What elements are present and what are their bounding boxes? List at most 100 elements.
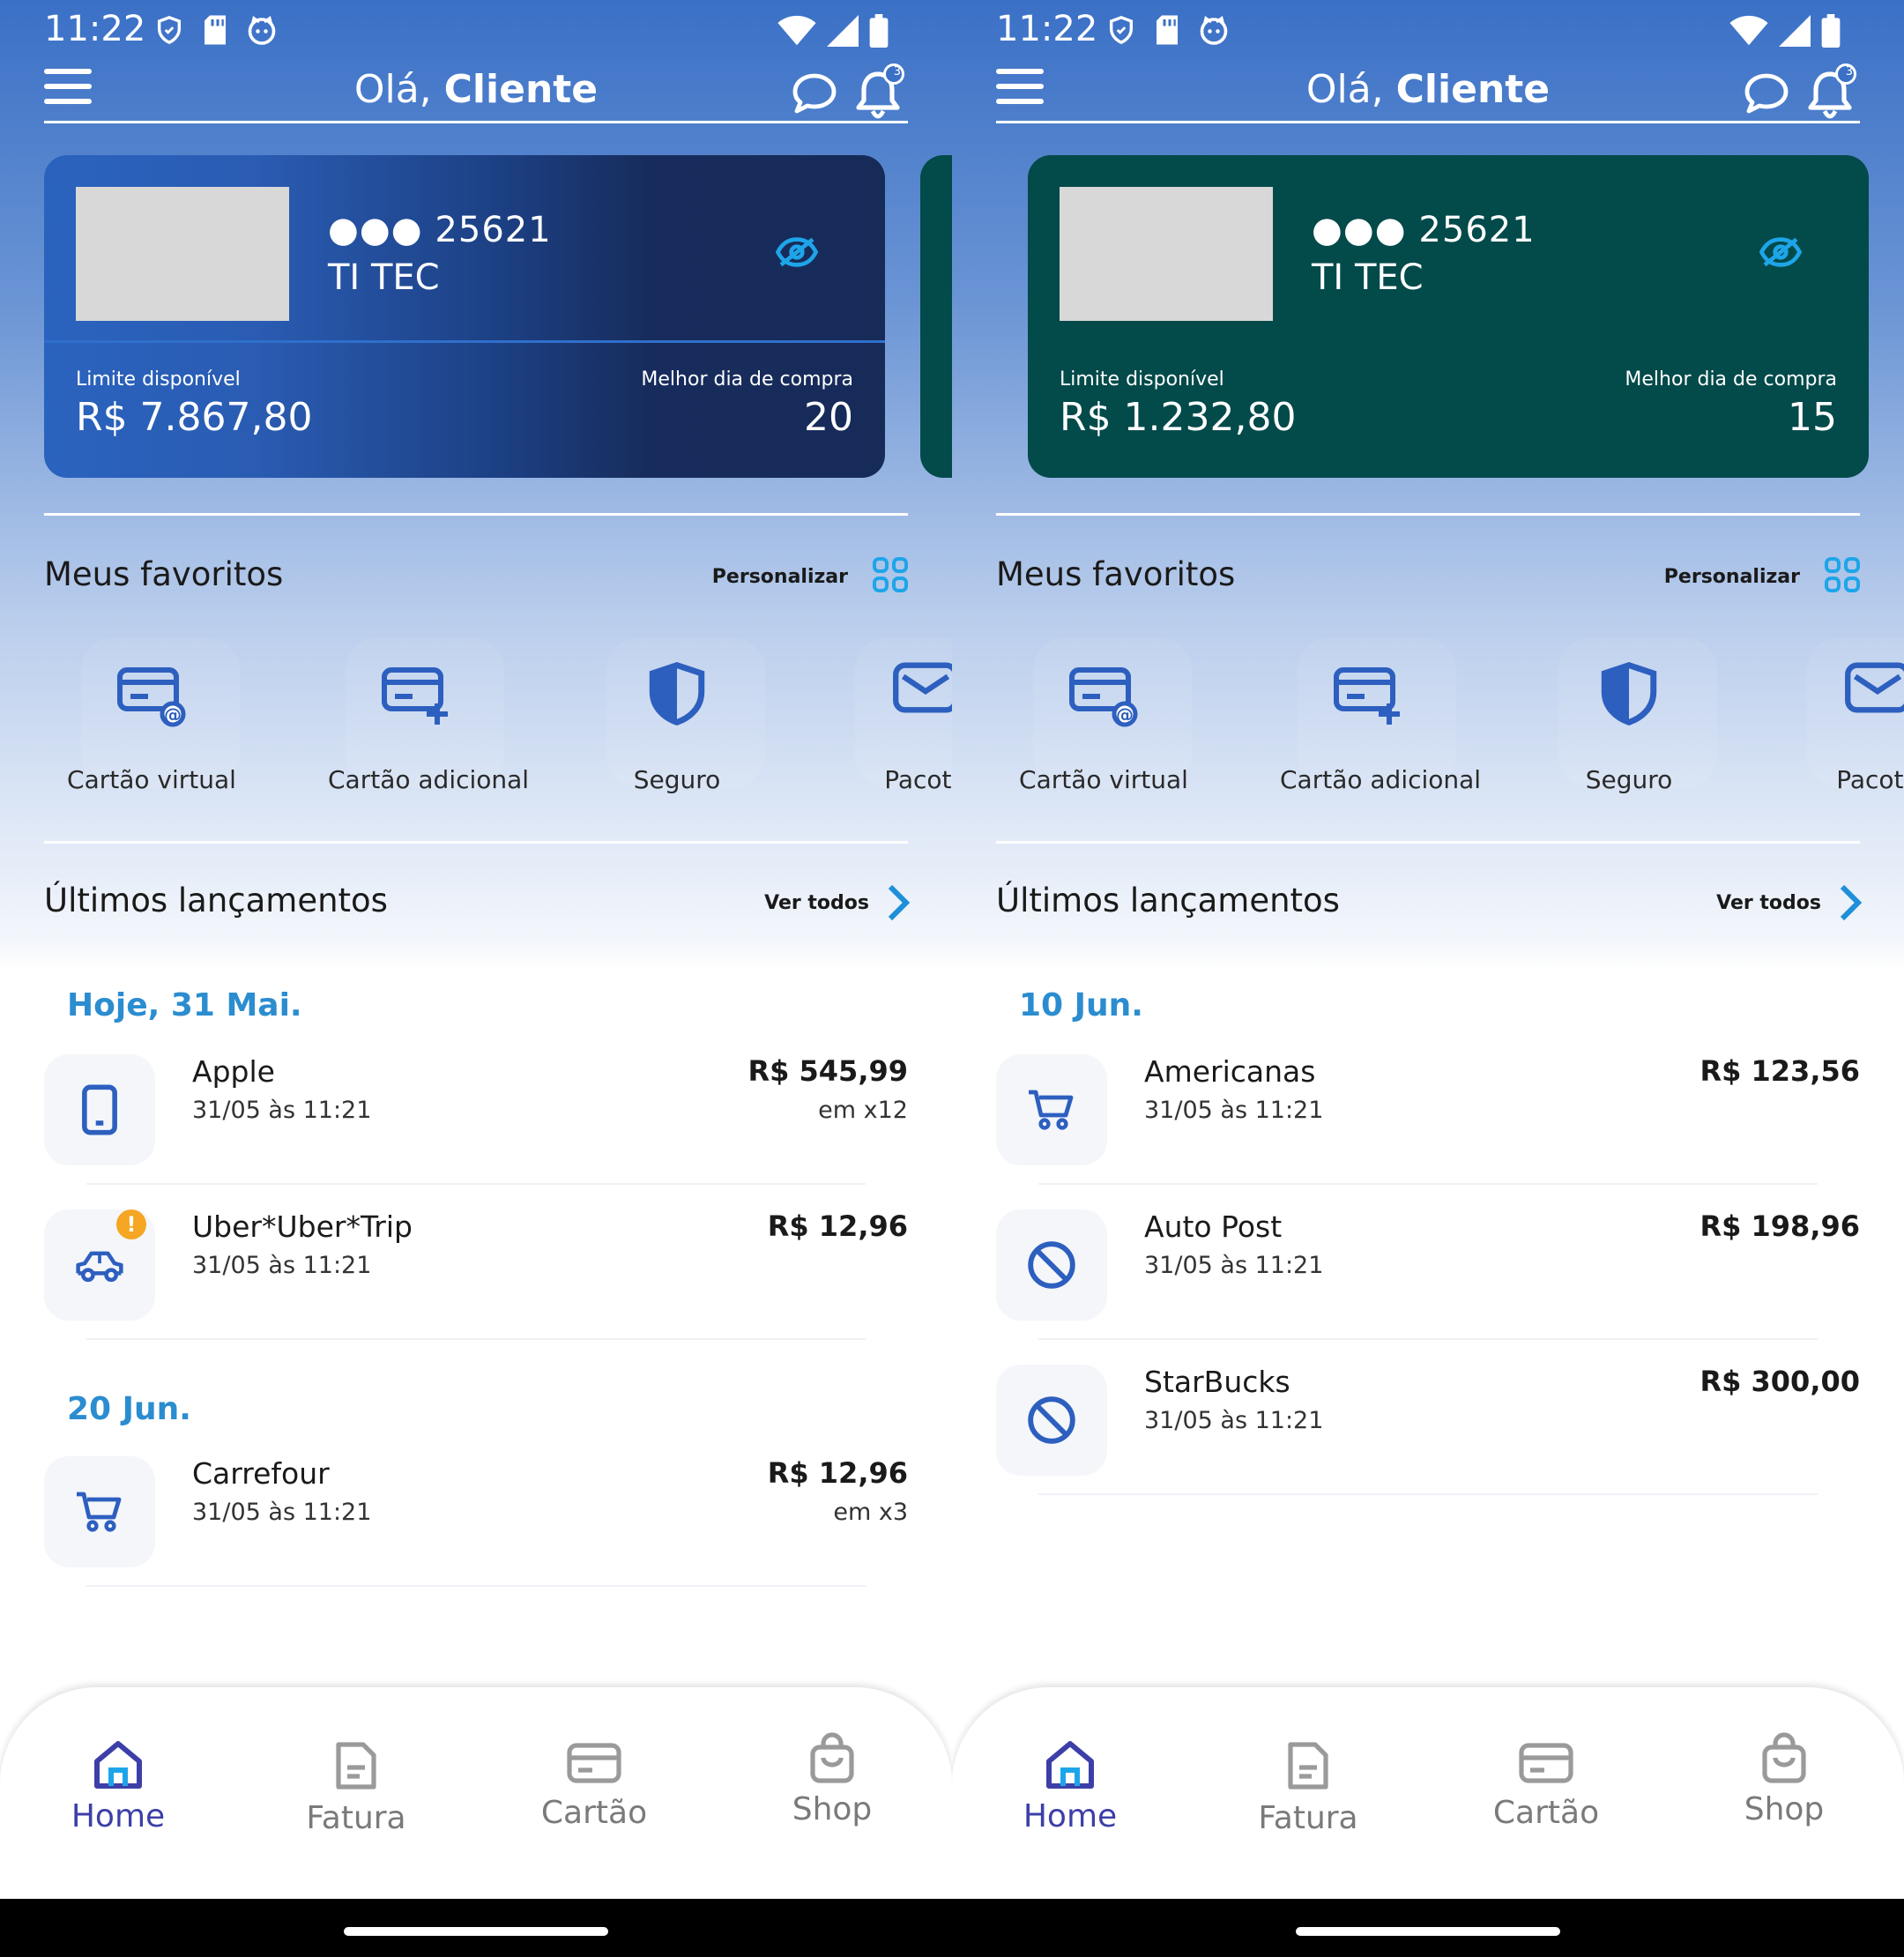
nav-invoice[interactable]: Fatura [1220,1738,1396,1836]
favorite-label: Pacote [884,765,952,794]
transaction-row[interactable]: StarBucks 31/05 às 11:21 R$ 300,00 [996,1365,1860,1479]
bottom-nav: Home Fatura Cartão Shop [952,1687,1904,1899]
signal-icon [1779,15,1811,47]
see-all-link[interactable]: Ver todos [764,892,869,914]
svg-text:@: @ [1116,704,1134,726]
card-image [1060,187,1273,321]
favorite-virtual-card[interactable]: @ Cartão virtual [63,638,240,794]
customer-name: Cliente [443,67,599,112]
favorite-virtual-card[interactable]: @ Cartão virtual [1015,638,1192,794]
nav-card[interactable]: Cartão [506,1738,682,1831]
card-icon [1519,1743,1573,1783]
sd-card-icon [205,15,226,45]
transaction-row[interactable]: Apple 31/05 às 11:21 R$ 545,99 em x12 [44,1054,908,1169]
greeting-text: Olá, [1305,67,1396,112]
cat-face-icon [1200,15,1228,45]
transaction-time: 31/05 às 11:21 [1144,1097,1324,1124]
card-icon [567,1743,621,1783]
transactions-title: Últimos lançamentos [44,882,388,919]
nav-label: Fatura [1258,1800,1358,1836]
home-icon [94,1741,142,1789]
transaction-amount: R$ 198,96 [1699,1209,1860,1243]
favorite-package[interactable]: Pacote [1789,638,1904,794]
card-holder: TI TEC [328,257,440,298]
greeting: Olá, Cliente [996,67,1860,112]
chat-icon[interactable] [792,72,837,115]
limit-value: R$ 1.232,80 [1060,395,1297,440]
transaction-row[interactable]: Carrefour 31/05 às 11:21 R$ 12,96 em x3 [44,1456,908,1571]
eye-off-icon[interactable] [776,236,818,268]
favorite-additional-card[interactable]: Cartão adicional [1280,638,1482,794]
nav-invoice[interactable]: Fatura [268,1738,444,1836]
transaction-row[interactable]: Americanas 31/05 às 11:21 R$ 123,56 [996,1054,1860,1169]
eye-off-icon[interactable] [1759,236,1802,268]
invoice-icon [336,1742,376,1790]
favorite-label: Cartão adicional [1280,765,1482,794]
favorite-label: Cartão virtual [67,765,236,794]
add-card-icon [382,667,448,725]
nav-home[interactable]: Home [982,1738,1158,1834]
invoice-icon [1288,1742,1328,1790]
chat-icon[interactable] [1744,72,1789,115]
chevron-right-icon[interactable] [1839,883,1863,922]
card-number: ●●● 25621 [1312,210,1536,250]
card-divider [1028,340,1869,343]
transaction-row[interactable]: Auto Post 31/05 às 11:21 R$ 198,96 [996,1209,1860,1324]
gesture-bar[interactable] [952,1899,1904,1957]
nav-label: Cartão [540,1795,648,1831]
chevron-right-icon[interactable] [887,883,911,922]
nav-label: Home [71,1798,166,1834]
gesture-bar[interactable] [0,1899,952,1957]
nav-label: Home [1023,1798,1118,1834]
app-header: Olá, Cliente 3 [44,63,908,123]
date-header: 10 Jun. [1019,987,1143,1023]
favorite-insurance[interactable]: Seguro [589,638,765,794]
favorite-label: Pacote [1836,765,1904,794]
nav-shop[interactable]: Shop [1696,1731,1872,1827]
status-time: 11:22 [44,9,146,49]
transaction-amount: R$ 12,96 [767,1209,908,1243]
virtual-card-icon: @ [117,667,186,727]
favorites-title: Meus favoritos [44,555,284,593]
transaction-time: 31/05 às 11:21 [1144,1252,1324,1279]
nav-label: Cartão [1492,1795,1600,1831]
shield-status-icon [1109,16,1134,45]
favorite-label: Cartão adicional [328,765,530,794]
next-card-peek[interactable] [920,155,952,478]
merchant-name: Carrefour [192,1456,330,1491]
grid-icon[interactable] [1825,557,1860,592]
grid-icon[interactable] [873,557,908,592]
notification-count: 3 [1845,65,1853,78]
credit-card[interactable]: ●●● 25621 TI TEC Limite disponível R$ 1.… [1028,155,1869,478]
favorite-additional-card[interactable]: Cartão adicional [328,638,530,794]
credit-card[interactable]: ●●● 25621 TI TEC Limite disponível R$ 7.… [44,155,885,478]
transaction-time: 31/05 às 11:21 [1144,1407,1324,1434]
signal-icon [827,15,859,47]
transaction-amount: R$ 12,96 [767,1456,908,1490]
transaction-row[interactable]: ! Uber*Uber*Trip 31/05 às 11:21 R$ 12,96 [44,1209,908,1324]
phone-icon [82,1084,117,1135]
customize-link[interactable]: Personalizar [1664,566,1800,588]
nav-shop[interactable]: Shop [744,1731,920,1827]
transaction-amount: R$ 300,00 [1699,1365,1860,1398]
nav-label: Shop [792,1791,873,1827]
home-icon [1046,1741,1094,1789]
row-divider [86,1338,866,1340]
best-day-value: 20 [804,395,853,440]
favorite-label: Seguro [1585,765,1673,794]
alert-badge: ! [116,1209,146,1239]
favorites-title: Meus favoritos [996,555,1236,593]
favorite-insurance[interactable]: Seguro [1541,638,1717,794]
customize-link[interactable]: Personalizar [712,566,848,588]
status-time: 11:22 [996,9,1098,49]
nav-home[interactable]: Home [30,1738,206,1834]
transactions-title: Últimos lançamentos [996,882,1340,919]
merchant-name: Americanas [1144,1054,1316,1089]
see-all-link[interactable]: Ver todos [1716,892,1821,914]
shield-status-icon [157,16,182,45]
favorite-label: Cartão virtual [1019,765,1188,794]
favorite-package[interactable]: Pacote [837,638,952,794]
merchant-name: Uber*Uber*Trip [192,1209,413,1244]
best-day-value: 15 [1788,395,1837,440]
nav-card[interactable]: Cartão [1458,1738,1634,1831]
